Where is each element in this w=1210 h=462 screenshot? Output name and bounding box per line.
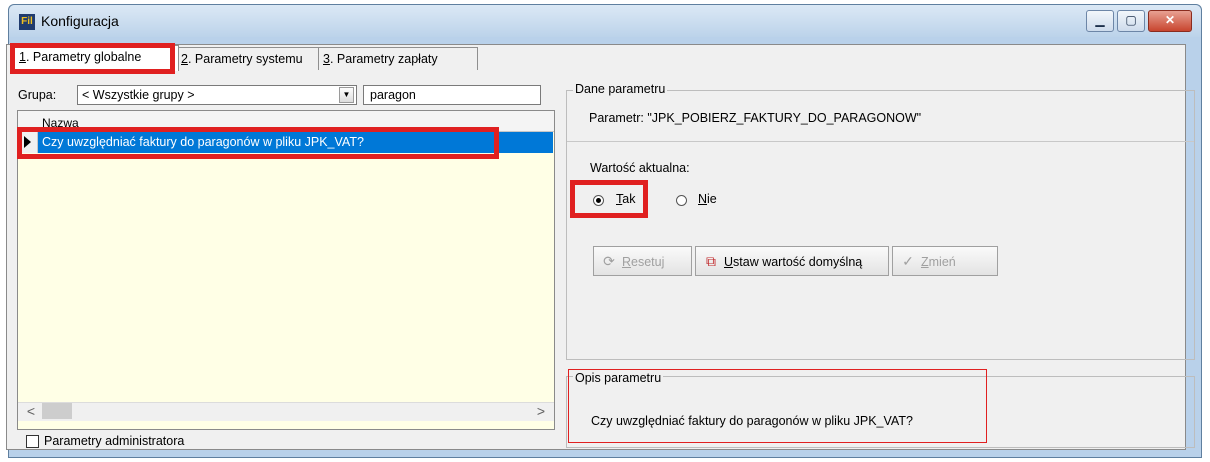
tab-number: 3 <box>323 52 330 66</box>
tab-payment-parameters[interactable]: 3. Parametry zapłaty <box>318 47 478 70</box>
default-value-icon: ⧉ <box>706 253 716 269</box>
set-default-button[interactable]: ⧉ Ustaw wartość domyślną <box>695 246 889 276</box>
current-value-label: Wartość aktualna: <box>590 161 690 175</box>
app-icon: Fil <box>19 14 35 30</box>
tab-system-parameters[interactable]: 2. Parametry systemu <box>176 47 323 70</box>
highlight-yes-option <box>570 180 648 218</box>
admin-parameters-label: Parametry administratora <box>44 434 185 448</box>
tab-label: . Parametry zapłaty <box>329 52 438 66</box>
change-button[interactable]: ✓ Zmień <box>892 246 998 276</box>
parameter-name: Parametr: "JPK_POBIERZ_FAKTURY_DO_PARAGO… <box>589 111 922 125</box>
checkmark-icon: ✓ <box>902 253 914 269</box>
radio-no-label[interactable]: Nie <box>698 192 717 206</box>
tab-number: 2 <box>181 52 188 66</box>
title-bar[interactable]: Fil Konfiguracja ▁ ▢ ✕ <box>9 5 1201 37</box>
scroll-left-icon[interactable]: < <box>22 402 40 420</box>
scroll-thumb[interactable] <box>42 403 72 419</box>
tab-label: . Parametry systemu <box>187 52 303 66</box>
highlight-description <box>568 369 987 443</box>
window-title: Konfiguracja <box>41 13 119 29</box>
group-label: Grupa: <box>18 88 57 102</box>
chevron-down-icon[interactable]: ▼ <box>339 87 354 103</box>
highlight-selected-row <box>17 127 499 159</box>
divider <box>567 141 1194 142</box>
close-button[interactable]: ✕ <box>1148 10 1192 32</box>
search-input[interactable]: paragon <box>363 85 541 105</box>
parameter-data-group <box>566 90 1195 360</box>
admin-parameters-checkbox[interactable] <box>26 435 39 448</box>
reset-icon: ⟳ <box>603 253 615 269</box>
radio-no[interactable] <box>676 195 687 206</box>
parameter-data-title: Dane parametru <box>573 82 668 96</box>
horizontal-scrollbar[interactable] <box>18 402 554 421</box>
highlight-active-tab <box>10 43 175 74</box>
maximize-button[interactable]: ▢ <box>1117 10 1145 32</box>
reset-button[interactable]: ⟳ Resetuj <box>593 246 692 276</box>
minimize-button[interactable]: ▁ <box>1086 10 1114 32</box>
group-select[interactable]: < Wszystkie grupy > <box>77 85 357 105</box>
scroll-right-icon[interactable]: > <box>532 402 550 420</box>
